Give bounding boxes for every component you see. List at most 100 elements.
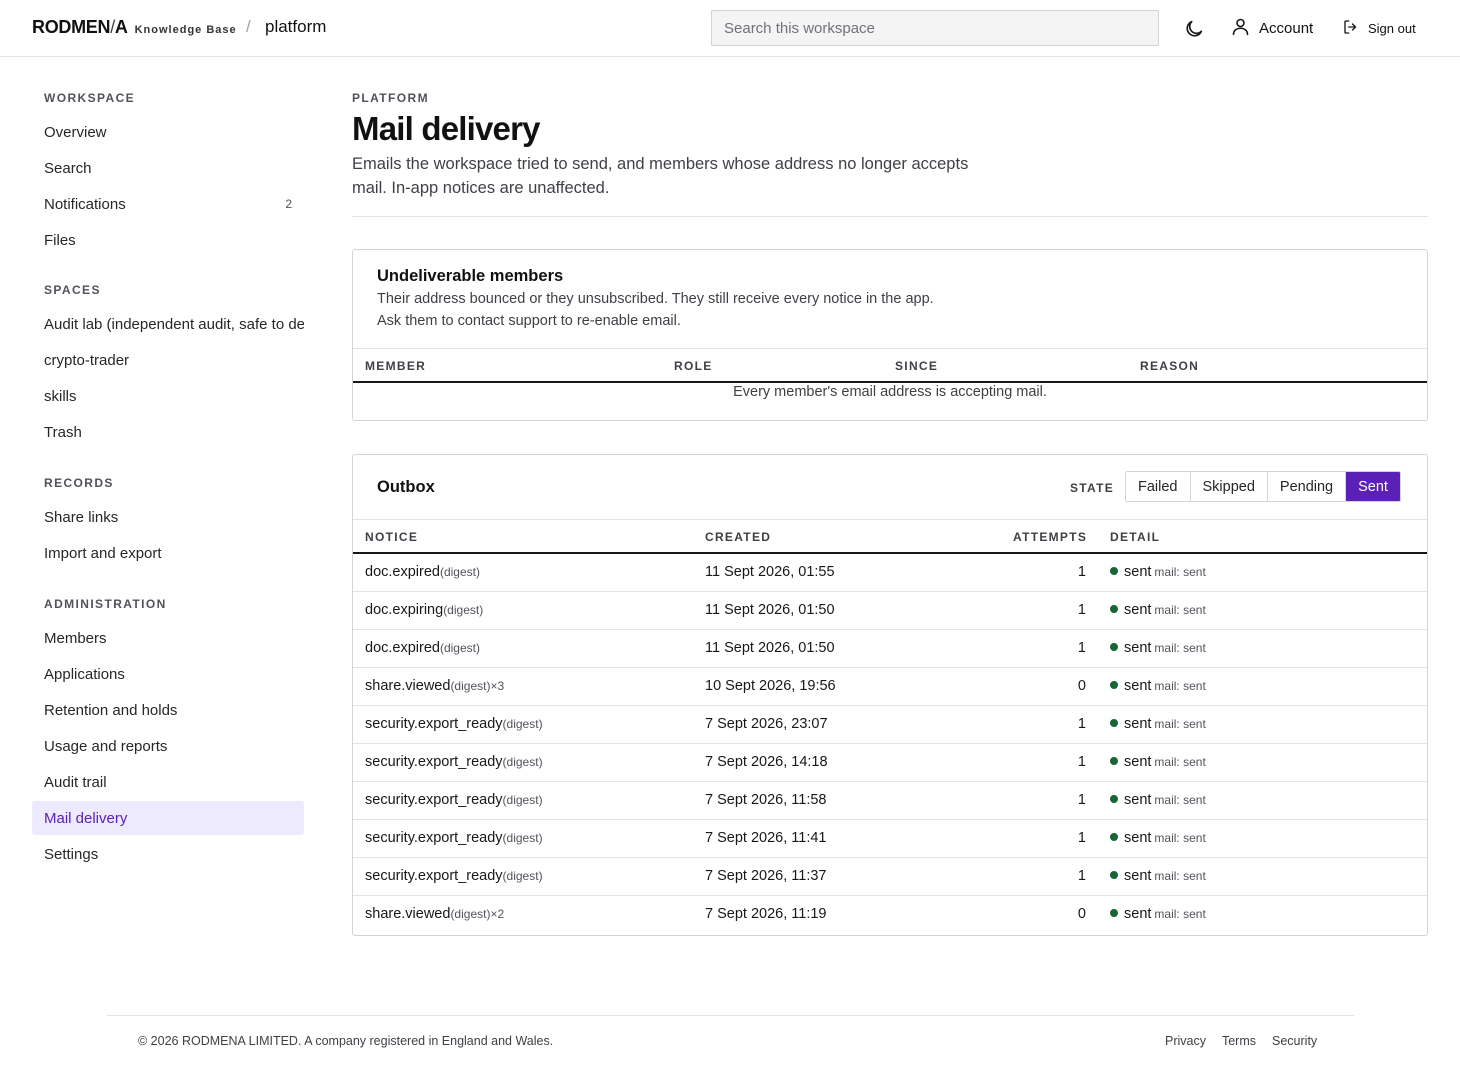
- detail-cell: sent mail: sent: [1110, 906, 1206, 922]
- user-icon: [1230, 16, 1251, 41]
- sidebar-item-label: Audit lab (independent audit, safe to de: [44, 315, 304, 333]
- column-header-created[interactable]: CREATED: [705, 530, 771, 544]
- table-row[interactable]: security.export_ready(digest) 7 Sept 2026…: [353, 744, 1427, 782]
- table-row[interactable]: doc.expired(digest) 11 Sept 2026, 01:55 1 s…: [353, 554, 1427, 592]
- detail-cell: sent mail: sent: [1110, 792, 1206, 808]
- table-row[interactable]: security.export_ready(digest) 7 Sept 2026…: [353, 858, 1427, 896]
- account-label: Account: [1259, 20, 1314, 37]
- column-header-since[interactable]: SINCE: [895, 359, 938, 373]
- notice-tag: (digest): [502, 755, 543, 769]
- status-text: sent: [1124, 906, 1152, 922]
- attempts-cell: 1: [1077, 602, 1086, 618]
- sign-out-button[interactable]: Sign out: [1342, 18, 1416, 39]
- sidebar-item-members[interactable]: Members: [32, 621, 304, 655]
- breadcrumb-workspace[interactable]: platform: [265, 17, 326, 37]
- status-dot-icon: [1110, 795, 1118, 803]
- sidebar-item-mail-delivery[interactable]: Mail delivery: [32, 801, 304, 835]
- table-row[interactable]: doc.expired(digest) 11 Sept 2026, 01:50 1 s…: [353, 630, 1427, 668]
- detail-cell: sent mail: sent: [1110, 640, 1206, 656]
- detail-text: mail: sent: [1154, 679, 1206, 693]
- notice-name: doc.expired: [365, 640, 440, 656]
- status-text: sent: [1124, 678, 1152, 694]
- table-row[interactable]: share.viewed(digest)×2 7 Sept 2026, 11:19…: [353, 896, 1427, 934]
- detail-text: mail: sent: [1154, 755, 1206, 769]
- page-eyebrow: PLATFORM: [352, 91, 429, 105]
- search-input[interactable]: [711, 10, 1159, 46]
- sidebar-item-label: Audit trail: [44, 773, 107, 791]
- sidebar-item-overview[interactable]: Overview: [32, 115, 304, 149]
- sidebar-item-label: Retention and holds: [44, 701, 178, 719]
- column-header-role[interactable]: ROLE: [674, 359, 713, 373]
- footer-copyright: © 2026 RODMENA LIMITED. A company regist…: [138, 1034, 554, 1048]
- footer-divider: [107, 1015, 1354, 1016]
- notice-tag: (digest): [443, 603, 484, 617]
- sidebar-item-label: Share links: [44, 508, 119, 526]
- brand[interactable]: RODMEN/A Knowledge Base: [32, 17, 237, 38]
- notice-cell: security.export_ready(digest): [365, 792, 543, 808]
- undeliverable-members-card: Undeliverable members Their address boun…: [352, 249, 1428, 421]
- column-header-notice[interactable]: NOTICE: [365, 530, 418, 544]
- sidebar-item-skills[interactable]: skills: [32, 379, 304, 413]
- outbox-table-header: NOTICE CREATED ATTEMPTS DETAIL: [353, 519, 1427, 554]
- sidebar-item-settings[interactable]: Settings: [32, 837, 304, 871]
- sidebar-section-administration: ADMINISTRATION: [44, 597, 167, 611]
- footer-link-security[interactable]: Security: [1272, 1034, 1317, 1048]
- notice-cell: security.export_ready(digest): [365, 830, 543, 846]
- column-header-detail[interactable]: DETAIL: [1110, 530, 1160, 544]
- sidebar-item-usage-reports[interactable]: Usage and reports: [32, 729, 304, 763]
- sidebar-item-retention[interactable]: Retention and holds: [32, 693, 304, 727]
- notice-tag: (digest)×3: [450, 679, 505, 693]
- sidebar-item-label: Notifications: [44, 195, 126, 213]
- notice-name: security.export_ready: [365, 868, 503, 884]
- attempts-cell: 1: [1077, 792, 1086, 808]
- moon-icon[interactable]: [1183, 18, 1205, 40]
- sidebar-item-files[interactable]: Files: [32, 223, 304, 257]
- detail-cell: sent mail: sent: [1110, 678, 1206, 694]
- table-row[interactable]: security.export_ready(digest) 7 Sept 2026…: [353, 706, 1427, 744]
- state-filter-pending[interactable]: Pending: [1267, 472, 1347, 501]
- sign-out-icon: [1342, 18, 1360, 39]
- sidebar-item-label: Applications: [44, 665, 125, 683]
- status-dot-icon: [1110, 681, 1118, 689]
- notice-tag: (digest)×2: [450, 907, 505, 921]
- state-filter-failed[interactable]: Failed: [1126, 472, 1191, 501]
- top-header: RODMEN/A Knowledge Base / platform Accou…: [0, 0, 1460, 57]
- notice-tag: (digest): [502, 831, 543, 845]
- footer-link-terms[interactable]: Terms: [1222, 1034, 1256, 1048]
- sidebar-item-crypto-trader[interactable]: crypto-trader: [32, 343, 304, 377]
- table-row[interactable]: share.viewed(digest)×3 10 Sept 2026, 19:5…: [353, 668, 1427, 706]
- sidebar-item-share-links[interactable]: Share links: [32, 500, 304, 534]
- notice-name: security.export_ready: [365, 792, 503, 808]
- created-cell: 11 Sept 2026, 01:55: [705, 564, 835, 580]
- column-header-reason[interactable]: REASON: [1140, 359, 1199, 373]
- sidebar-item-search[interactable]: Search: [32, 151, 304, 185]
- page-title: Mail delivery: [352, 110, 541, 147]
- state-filter-sent[interactable]: Sent: [1346, 472, 1400, 501]
- table-row[interactable]: security.export_ready(digest) 7 Sept 2026…: [353, 820, 1427, 858]
- sidebar-item-label: Settings: [44, 845, 99, 863]
- sidebar-item-label: Members: [44, 629, 107, 647]
- account-button[interactable]: Account: [1230, 16, 1313, 41]
- sidebar-item-import-export[interactable]: Import and export: [32, 536, 304, 570]
- sidebar-item-label: crypto-trader: [44, 351, 130, 369]
- status-text: sent: [1124, 602, 1152, 618]
- sidebar-item-audit-lab[interactable]: Audit lab (independent audit, safe to de: [32, 307, 304, 341]
- notice-cell: share.viewed(digest)×2: [365, 906, 504, 922]
- sidebar-item-applications[interactable]: Applications: [32, 657, 304, 691]
- sidebar-item-notifications[interactable]: Notifications 2: [32, 187, 304, 221]
- footer-link-privacy[interactable]: Privacy: [1165, 1034, 1206, 1048]
- created-cell: 10 Sept 2026, 19:56: [705, 678, 836, 694]
- sidebar-item-audit-trail[interactable]: Audit trail: [32, 765, 304, 799]
- column-header-attempts[interactable]: ATTEMPTS: [1013, 530, 1087, 544]
- status-text: sent: [1124, 640, 1152, 656]
- status-text: sent: [1124, 754, 1152, 770]
- created-cell: 7 Sept 2026, 23:07: [705, 716, 828, 732]
- table-row[interactable]: doc.expiring(digest) 11 Sept 2026, 01:50 1…: [353, 592, 1427, 630]
- table-row[interactable]: security.export_ready(digest) 7 Sept 2026…: [353, 782, 1427, 820]
- status-dot-icon: [1110, 719, 1118, 727]
- detail-cell: sent mail: sent: [1110, 602, 1206, 618]
- notice-name: doc.expired: [365, 564, 440, 580]
- column-header-member[interactable]: MEMBER: [365, 359, 426, 373]
- state-filter-skipped[interactable]: Skipped: [1190, 472, 1268, 501]
- sidebar-item-trash[interactable]: Trash: [32, 415, 304, 449]
